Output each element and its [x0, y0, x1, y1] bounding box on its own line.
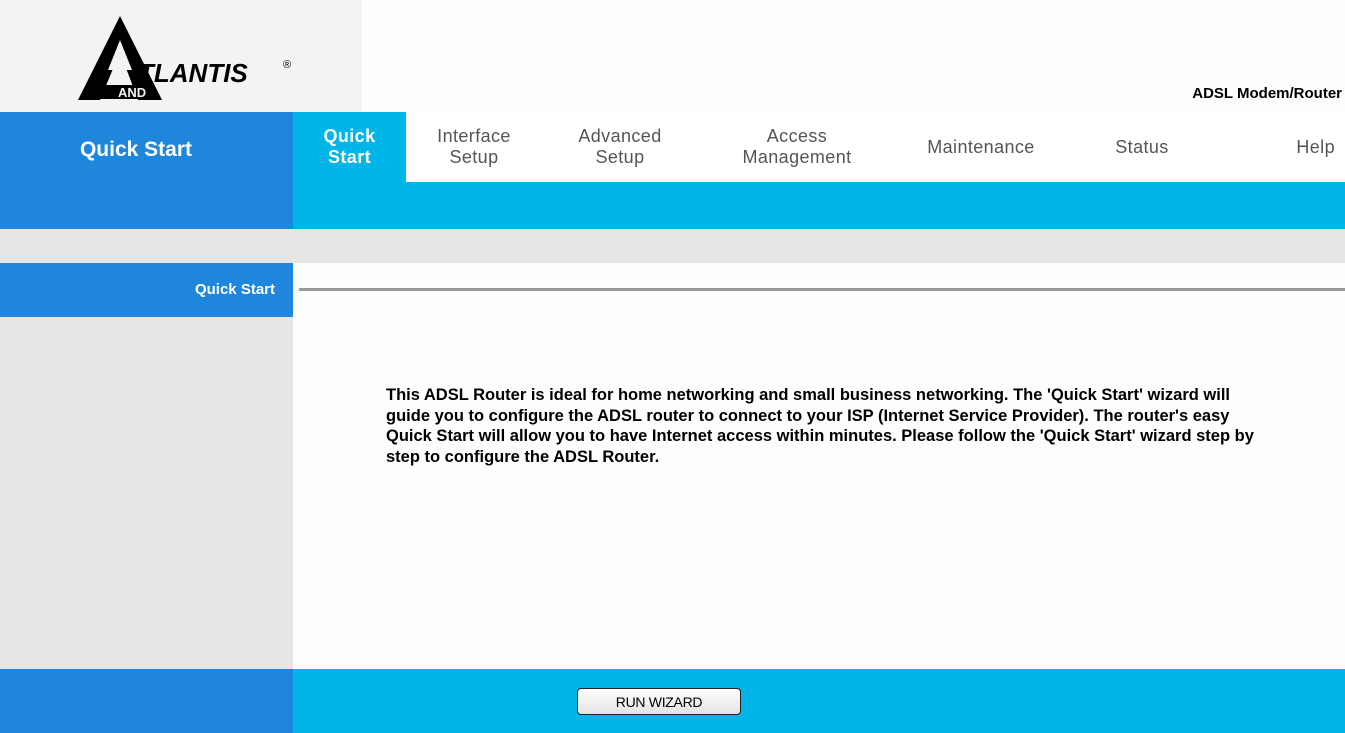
svg-text:AND: AND: [118, 85, 146, 100]
tab-advanced-setup[interactable]: Advanced Setup: [561, 112, 679, 182]
description-text: This ADSL Router is ideal for home netwo…: [386, 386, 1254, 466]
sidebar-title: Quick Start: [79, 138, 193, 161]
sidebar-body: [0, 317, 293, 669]
svg-text:TLANTIS: TLANTIS: [138, 58, 248, 88]
tab-quick-start[interactable]: Quick Start: [293, 112, 406, 182]
section-label: Quick Start: [194, 281, 275, 298]
tab-status[interactable]: Status: [1102, 112, 1182, 182]
tab-label: Interface Setup: [437, 126, 511, 167]
nav-subbar: [293, 182, 1345, 229]
tab-label: Advanced Setup: [578, 126, 662, 167]
logo-area: TLANTIS ® AND: [0, 0, 362, 112]
tab-label: Access Management: [742, 126, 852, 167]
product-name: ADSL Modem/Router: [1192, 85, 1342, 102]
tab-help[interactable]: Help: [1270, 112, 1335, 182]
svg-text:®: ®: [283, 59, 291, 71]
tab-label: Quick Start: [323, 126, 376, 167]
run-wizard-button[interactable]: RUN WIZARD: [577, 688, 741, 715]
tab-label: Status: [1115, 136, 1169, 157]
tab-label: Maintenance: [927, 136, 1035, 157]
section-divider: [299, 288, 1345, 291]
sidebar-title-box: [0, 112, 293, 229]
spacer-bar: [0, 229, 1345, 263]
footer-left: [0, 669, 293, 733]
tab-interface-setup[interactable]: Interface Setup: [418, 112, 530, 182]
footer-bar: [293, 669, 1345, 733]
tab-maintenance[interactable]: Maintenance: [916, 112, 1046, 182]
atlantis-logo: TLANTIS ® AND: [78, 16, 291, 100]
tab-label: Help: [1296, 136, 1335, 157]
tab-access-management[interactable]: Access Management: [712, 112, 882, 182]
